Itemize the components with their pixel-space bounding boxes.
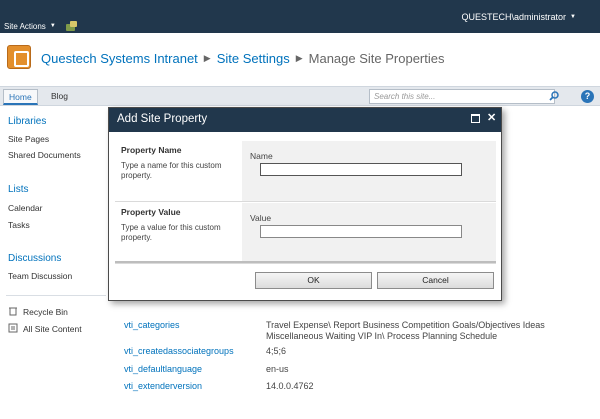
dialog-title: Add Site Property (117, 113, 208, 125)
breadcrumb-section-link[interactable]: Site Settings (217, 51, 290, 66)
breadcrumb-separator-icon: ▶ (295, 53, 303, 63)
ribbon-bar: Site Actions ▼ QUESTECH\administrator ▼ (0, 0, 600, 33)
nav-item-site-pages[interactable]: Site Pages (8, 134, 49, 144)
dialog-divider (115, 261, 496, 263)
breadcrumb-site-link[interactable]: Questech Systems Intranet (41, 51, 198, 66)
page-title: Manage Site Properties (308, 51, 445, 66)
all-site-content-icon (8, 323, 18, 333)
property-key-link[interactable]: vti_createdassociategroups (124, 346, 234, 356)
value-field[interactable] (260, 225, 462, 238)
nav-item-all-site-content[interactable]: All Site Content (23, 324, 82, 334)
property-value: 14.0.0.4762 (266, 381, 314, 391)
name-field-label: Name (250, 151, 273, 161)
breadcrumb: Questech Systems Intranet ▶ Site Setting… (41, 51, 445, 66)
property-value-description: Type a value for this custom property. (121, 223, 221, 242)
user-menu[interactable]: QUESTECH\administrator ▼ (462, 12, 576, 22)
site-logo-icon[interactable] (7, 45, 31, 69)
site-actions-label: Site Actions (4, 21, 46, 31)
chevron-down-icon: ▼ (570, 14, 576, 20)
recycle-bin-icon (9, 307, 17, 316)
nav-item-calendar[interactable]: Calendar (8, 203, 43, 213)
dialog-titlebar: Add Site Property ✕ (109, 108, 501, 132)
property-key-link[interactable]: vti_extenderversion (124, 381, 202, 391)
nav-heading-lists[interactable]: Lists (8, 184, 29, 195)
property-name-section: Property Name Type a name for this custo… (115, 141, 496, 202)
property-value-section: Property Value Type a value for this cus… (115, 203, 496, 264)
nav-item-recycle-bin[interactable]: Recycle Bin (23, 307, 68, 317)
property-name-description: Type a name for this custom property. (121, 161, 222, 180)
maximize-icon[interactable] (471, 114, 480, 123)
property-name-title: Property Name (121, 145, 182, 155)
chevron-down-icon: ▼ (49, 23, 56, 29)
nav-divider (6, 295, 106, 296)
name-field[interactable] (260, 163, 462, 176)
cancel-button[interactable]: Cancel (377, 272, 494, 289)
property-value: Travel Expense\ Report Business Competit… (266, 320, 545, 341)
property-key-link[interactable]: vti_defaultlanguage (124, 364, 202, 374)
nav-item-tasks[interactable]: Tasks (8, 220, 30, 230)
tab-blog[interactable]: Blog (46, 89, 73, 105)
search-input[interactable]: Search this site... (369, 89, 555, 104)
property-value: en-us (266, 364, 289, 374)
site-actions-menu[interactable]: Site Actions ▼ (4, 21, 77, 31)
property-value: 4;5;6 (266, 346, 287, 356)
top-navigation: Home Blog Search this site... ? (0, 86, 600, 106)
property-value-title: Property Value (121, 207, 181, 217)
nav-item-team-discussion[interactable]: Team Discussion (8, 271, 72, 281)
value-field-label: Value (250, 213, 272, 223)
property-key-link[interactable]: vti_categories (124, 320, 180, 330)
search-icon[interactable] (549, 91, 559, 101)
tab-home[interactable]: Home (3, 89, 38, 105)
browse-icon[interactable] (65, 21, 77, 31)
nav-heading-discussions[interactable]: Discussions (8, 253, 61, 264)
add-site-property-dialog: Add Site Property ✕ Property Name Type a… (108, 107, 502, 301)
ok-button[interactable]: OK (255, 272, 372, 289)
help-icon[interactable]: ? (581, 90, 594, 103)
quick-launch: Libraries Site Pages Shared Documents Li… (0, 107, 110, 419)
nav-item-shared-documents[interactable]: Shared Documents (8, 150, 81, 160)
user-name: QUESTECH\administrator (461, 12, 567, 22)
title-area: Questech Systems Intranet ▶ Site Setting… (0, 33, 600, 85)
close-icon[interactable]: ✕ (487, 111, 496, 125)
breadcrumb-separator-icon: ▶ (203, 53, 211, 63)
nav-heading-libraries[interactable]: Libraries (8, 116, 46, 127)
